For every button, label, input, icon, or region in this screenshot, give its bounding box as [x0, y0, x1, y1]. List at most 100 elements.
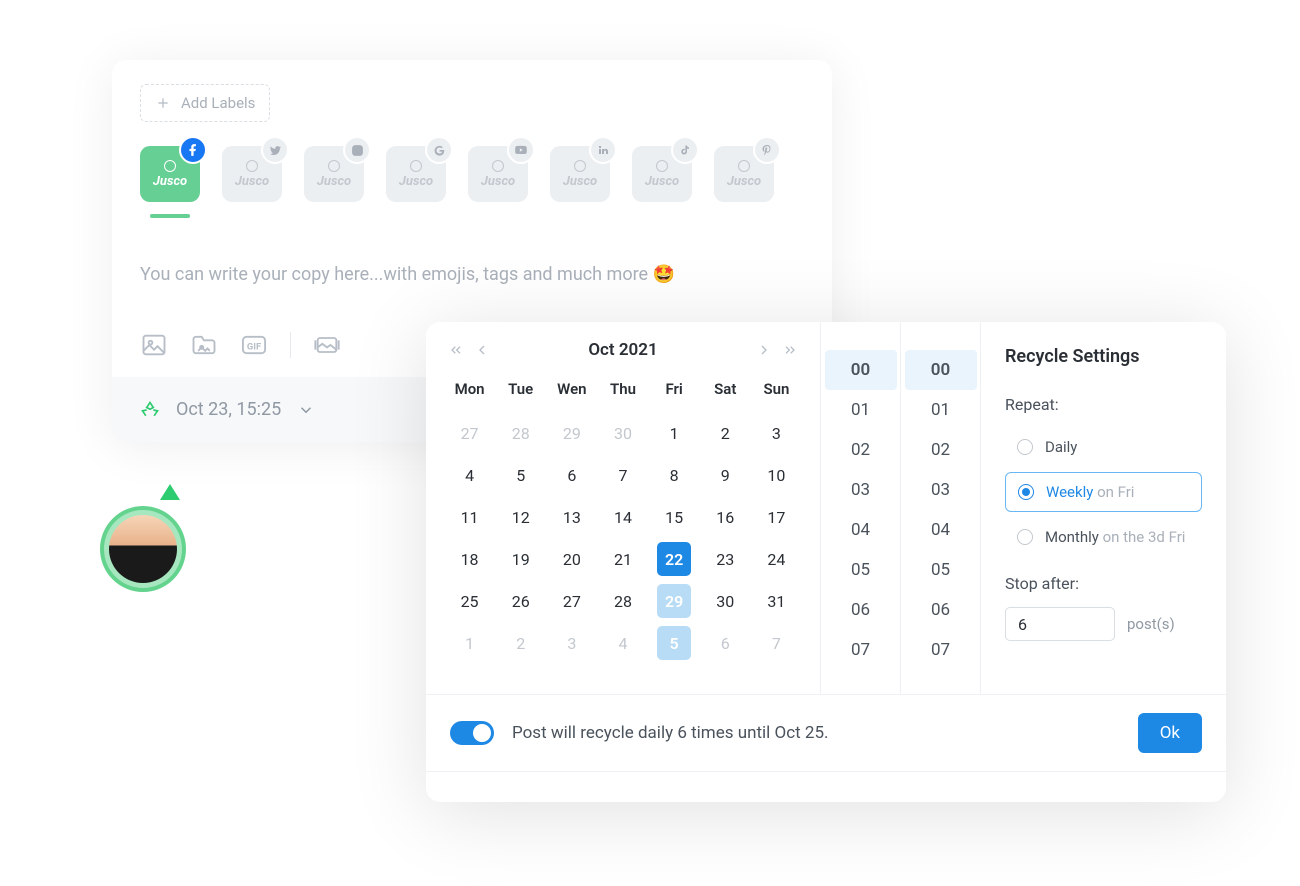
dow-header: Fri: [649, 376, 700, 408]
carousel-icon[interactable]: [313, 331, 341, 359]
calendar-day[interactable]: 8: [657, 458, 691, 492]
prev-month-icon[interactable]: [474, 342, 490, 358]
calendar-day[interactable]: 1: [453, 626, 487, 660]
calendar-day[interactable]: 14: [606, 500, 640, 534]
channel-youtube[interactable]: Jusco: [468, 146, 528, 218]
dow-header: Wen: [546, 376, 597, 408]
hour-option[interactable]: 03: [825, 470, 897, 510]
prev-year-icon[interactable]: [448, 342, 464, 358]
recycle-icon: [140, 400, 160, 420]
add-labels-button[interactable]: Add Labels: [140, 84, 270, 122]
calendar-day[interactable]: 13: [555, 500, 589, 534]
minute-option[interactable]: 00: [905, 350, 977, 390]
calendar-day[interactable]: 12: [504, 500, 538, 534]
calendar-day[interactable]: 3: [555, 626, 589, 660]
minute-picker[interactable]: 0001020304050607: [900, 322, 980, 694]
calendar-day[interactable]: 28: [606, 584, 640, 618]
calendar-day[interactable]: 2: [504, 626, 538, 660]
calendar-day[interactable]: 28: [504, 416, 538, 450]
calendar-day[interactable]: 5: [504, 458, 538, 492]
channel-twitter[interactable]: Jusco: [222, 146, 282, 218]
hour-option[interactable]: 07: [825, 630, 897, 670]
repeat-option[interactable]: Weekly on Fri: [1005, 472, 1202, 512]
recycle-title: Recycle Settings: [1005, 346, 1202, 367]
calendar-day[interactable]: 31: [759, 584, 793, 618]
hour-option[interactable]: 00: [825, 350, 897, 390]
gif-icon[interactable]: GIF: [240, 331, 268, 359]
hour-option[interactable]: 02: [825, 430, 897, 470]
instagram-icon: [343, 136, 371, 164]
minute-option[interactable]: 04: [905, 510, 977, 550]
calendar-day[interactable]: 30: [606, 416, 640, 450]
hour-picker[interactable]: 0001020304050607: [820, 322, 900, 694]
repeat-option[interactable]: Daily: [1005, 428, 1202, 466]
minute-option[interactable]: 05: [905, 550, 977, 590]
minute-option[interactable]: 02: [905, 430, 977, 470]
calendar-day[interactable]: 20: [555, 542, 589, 576]
compose-placeholder[interactable]: You can write your copy here...with emoj…: [140, 264, 804, 285]
calendar-day[interactable]: 29: [555, 416, 589, 450]
repeat-option[interactable]: Monthly on the 3d Fri: [1005, 518, 1202, 556]
calendar-day[interactable]: 3: [759, 416, 793, 450]
ok-button[interactable]: Ok: [1138, 713, 1202, 753]
calendar-day[interactable]: 5: [657, 626, 691, 660]
calendar-day[interactable]: 10: [759, 458, 793, 492]
hour-option[interactable]: 01: [825, 390, 897, 430]
image-icon[interactable]: [140, 331, 168, 359]
calendar-day[interactable]: 6: [708, 626, 742, 660]
next-year-icon[interactable]: [782, 342, 798, 358]
calendar-day[interactable]: 21: [606, 542, 640, 576]
calendar-day[interactable]: 6: [555, 458, 589, 492]
minute-option[interactable]: 01: [905, 390, 977, 430]
calendar-day[interactable]: 29: [657, 584, 691, 618]
calendar-day[interactable]: 22: [657, 542, 691, 576]
recycle-toggle[interactable]: [450, 721, 494, 745]
dow-header: Sun: [751, 376, 802, 408]
calendar-day[interactable]: 4: [606, 626, 640, 660]
twitter-icon: [261, 136, 289, 164]
channel-linkedin[interactable]: Jusco: [550, 146, 610, 218]
calendar-day[interactable]: 16: [708, 500, 742, 534]
calendar-day[interactable]: 25: [453, 584, 487, 618]
channel-google[interactable]: Jusco: [386, 146, 446, 218]
calendar-day[interactable]: 18: [453, 542, 487, 576]
calendar-day[interactable]: 30: [708, 584, 742, 618]
hour-option[interactable]: 05: [825, 550, 897, 590]
calendar-day[interactable]: 19: [504, 542, 538, 576]
calendar-day[interactable]: 9: [708, 458, 742, 492]
hour-option[interactable]: 04: [825, 510, 897, 550]
next-month-icon[interactable]: [756, 342, 772, 358]
channel-pinterest[interactable]: Jusco: [714, 146, 774, 218]
facebook-icon: [179, 136, 207, 164]
channel-tiktok[interactable]: Jusco: [632, 146, 692, 218]
calendar-day[interactable]: 24: [759, 542, 793, 576]
calendar-day[interactable]: 15: [657, 500, 691, 534]
calendar-day[interactable]: 7: [759, 626, 793, 660]
calendar-day[interactable]: 26: [504, 584, 538, 618]
calendar-day[interactable]: 23: [708, 542, 742, 576]
folder-icon[interactable]: [190, 331, 218, 359]
chevron-down-icon[interactable]: [297, 401, 315, 419]
dialog-footer: Post will recycle daily 6 times until Oc…: [426, 694, 1226, 772]
schedule-time[interactable]: Oct 23, 15:25: [176, 399, 281, 420]
calendar-day[interactable]: 7: [606, 458, 640, 492]
minute-option[interactable]: 03: [905, 470, 977, 510]
calendar-panel: Oct 2021 MonTueWenThuFriSatSun2728293012…: [426, 322, 820, 694]
calendar-day[interactable]: 27: [555, 584, 589, 618]
hour-option[interactable]: 06: [825, 590, 897, 630]
channel-instagram[interactable]: Jusco: [304, 146, 364, 218]
channel-facebook[interactable]: Jusco: [140, 146, 200, 218]
minute-option[interactable]: 06: [905, 590, 977, 630]
toolbar-separator: [290, 332, 291, 358]
calendar-day[interactable]: 1: [657, 416, 691, 450]
calendar-grid: MonTueWenThuFriSatSun2728293012345678910…: [444, 376, 802, 660]
schedule-dialog: Oct 2021 MonTueWenThuFriSatSun2728293012…: [426, 322, 1226, 802]
calendar-day[interactable]: 17: [759, 500, 793, 534]
tiktok-icon: [671, 136, 699, 164]
minute-option[interactable]: 07: [905, 630, 977, 670]
stop-after-input[interactable]: [1005, 607, 1115, 641]
calendar-day[interactable]: 27: [453, 416, 487, 450]
calendar-day[interactable]: 2: [708, 416, 742, 450]
calendar-day[interactable]: 11: [453, 500, 487, 534]
calendar-day[interactable]: 4: [453, 458, 487, 492]
